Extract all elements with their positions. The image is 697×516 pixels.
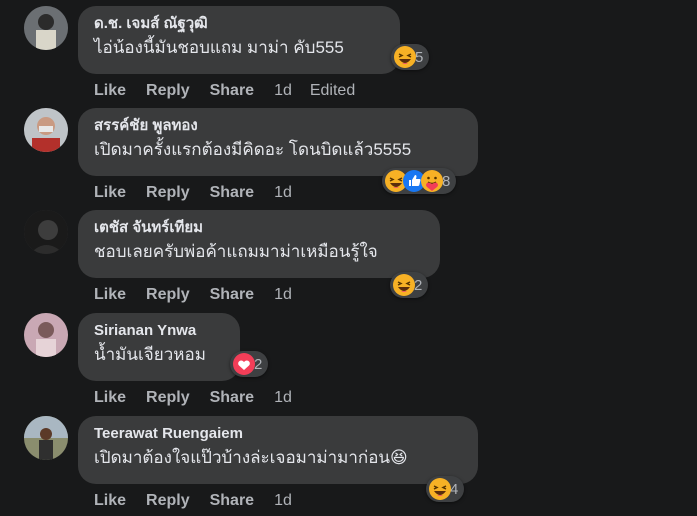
comment-text: เปิดมาครั้งแรกต้องมีคิดอะ โดนบิดแล้ว5555 bbox=[94, 140, 412, 159]
comment-bubble: Teerawat Ruengaiem เปิดมาต้องใจแป๊วบ้างล… bbox=[78, 416, 478, 484]
avatar[interactable] bbox=[24, 108, 68, 152]
reaction-summary[interactable]: 5 bbox=[391, 44, 430, 70]
comment-actions: Like Reply Share 1d bbox=[94, 492, 310, 510]
comment-actions: Like Reply Share 1d bbox=[94, 389, 310, 407]
reaction-summary[interactable]: 4 bbox=[426, 476, 465, 502]
avatar[interactable] bbox=[24, 416, 68, 460]
like-button[interactable]: Like bbox=[94, 389, 126, 407]
love-reaction-icon bbox=[232, 352, 256, 376]
timestamp[interactable]: 1d bbox=[274, 492, 292, 510]
share-button[interactable]: Share bbox=[210, 184, 254, 202]
comment-author[interactable]: ด.ช. เจมส์ ณัฐวุฒิ bbox=[94, 14, 384, 34]
edited-label[interactable]: Edited bbox=[310, 82, 355, 100]
timestamp[interactable]: 1d bbox=[274, 389, 292, 407]
comment-bubble: สรรค์ชัย พูลทอง เปิดมาครั้งแรกต้องมีคิดอ… bbox=[78, 108, 478, 176]
avatar[interactable] bbox=[24, 313, 68, 357]
timestamp[interactable]: 1d bbox=[274, 82, 292, 100]
reply-button[interactable]: Reply bbox=[146, 286, 190, 304]
haha-reaction-icon bbox=[392, 273, 416, 297]
reply-button[interactable]: Reply bbox=[146, 184, 190, 202]
comment-author[interactable]: Sirianan Ynwa bbox=[94, 321, 224, 341]
comment-text: ไอ่น้องนี้มันชอบแถม มาม่า คับ555 bbox=[94, 38, 344, 57]
comment-author[interactable]: สรรค์ชัย พูลทอง bbox=[94, 116, 462, 136]
haha-reaction-icon bbox=[393, 45, 417, 69]
reaction-summary[interactable]: 2 bbox=[230, 351, 269, 377]
reply-button[interactable]: Reply bbox=[146, 389, 190, 407]
like-button[interactable]: Like bbox=[94, 82, 126, 100]
reply-button[interactable]: Reply bbox=[146, 492, 190, 510]
share-button[interactable]: Share bbox=[210, 82, 254, 100]
reaction-summary[interactable]: 2 bbox=[390, 272, 429, 298]
comment-author[interactable]: เตชัส จันทร์เทียม bbox=[94, 218, 424, 238]
like-button[interactable]: Like bbox=[94, 492, 126, 510]
care-reaction-icon bbox=[420, 169, 444, 193]
comment-text: เปิดมาต้องใจแป๊วบ้างล่ะเจอมาม่ามาก่อน😆 bbox=[94, 448, 408, 467]
avatar[interactable] bbox=[24, 6, 68, 50]
share-button[interactable]: Share bbox=[210, 389, 254, 407]
timestamp[interactable]: 1d bbox=[274, 184, 292, 202]
like-button[interactable]: Like bbox=[94, 286, 126, 304]
comment-author[interactable]: Teerawat Ruengaiem bbox=[94, 424, 462, 444]
reaction-summary[interactable]: 8 bbox=[382, 168, 457, 194]
comment-bubble: ด.ช. เจมส์ ณัฐวุฒิ ไอ่น้องนี้มันชอบแถม ม… bbox=[78, 6, 400, 74]
comment-bubble: Sirianan Ynwa น้ำมันเจียวหอม bbox=[78, 313, 240, 381]
reply-button[interactable]: Reply bbox=[146, 82, 190, 100]
comment-actions: Like Reply Share 1d bbox=[94, 184, 310, 202]
like-button[interactable]: Like bbox=[94, 184, 126, 202]
share-button[interactable]: Share bbox=[210, 286, 254, 304]
avatar[interactable] bbox=[24, 210, 68, 254]
timestamp[interactable]: 1d bbox=[274, 286, 292, 304]
share-button[interactable]: Share bbox=[210, 492, 254, 510]
comment-actions: Like Reply Share 1d bbox=[94, 286, 310, 304]
haha-reaction-icon bbox=[428, 477, 452, 501]
comment-bubble: เตชัส จันทร์เทียม ชอบเลยครับพ่อค้าแถมมาม… bbox=[78, 210, 440, 278]
comment-text: ชอบเลยครับพ่อค้าแถมมาม่าเหมือนรู้ใจ bbox=[94, 242, 378, 261]
comment-actions: Like Reply Share 1d Edited bbox=[94, 82, 373, 100]
comment-text: น้ำมันเจียวหอม bbox=[94, 345, 206, 364]
